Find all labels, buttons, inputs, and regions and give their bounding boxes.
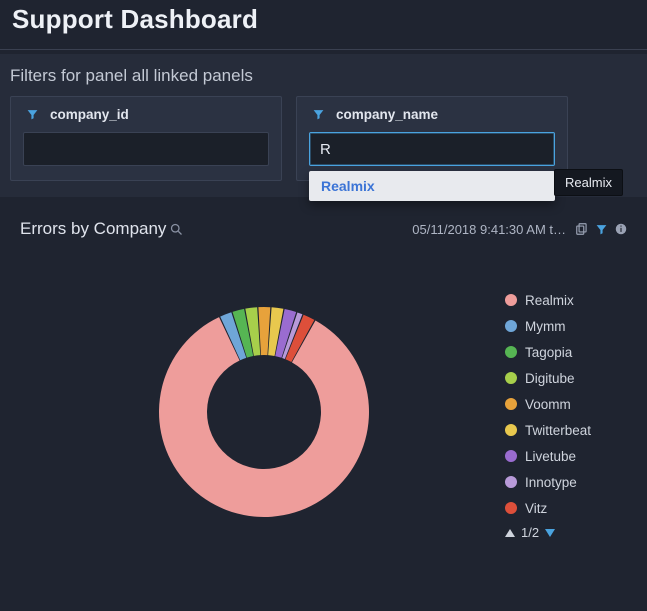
info-icon[interactable] bbox=[614, 222, 628, 236]
panel-errors-by-company: Errors by Company 05/11/2018 9:41:30 AM … bbox=[8, 207, 639, 567]
pager-prev-icon[interactable] bbox=[505, 529, 515, 537]
legend-swatch bbox=[505, 398, 517, 410]
filter-card-company-id: company_id bbox=[10, 96, 282, 181]
legend-label: Digitube bbox=[525, 371, 575, 386]
legend: Realmix Mymm Tagopia Digitube Voomm Twitterbe… bbox=[505, 287, 625, 557]
legend-swatch bbox=[505, 294, 517, 306]
legend-swatch bbox=[505, 372, 517, 384]
filter-input-company-name[interactable] bbox=[309, 132, 555, 166]
legend-item[interactable]: Tagopia bbox=[505, 339, 625, 365]
legend-swatch bbox=[505, 450, 517, 462]
funnel-icon bbox=[312, 108, 325, 121]
tooltip: Realmix bbox=[554, 169, 623, 196]
donut-chart bbox=[22, 267, 505, 557]
legend-swatch bbox=[505, 320, 517, 332]
page-title: Support Dashboard bbox=[0, 0, 647, 49]
legend-item[interactable]: Digitube bbox=[505, 365, 625, 391]
legend-item[interactable]: Livetube bbox=[505, 443, 625, 469]
legend-swatch bbox=[505, 346, 517, 358]
legend-label: Tagopia bbox=[525, 345, 572, 360]
filters-section-title: Filters for panel all linked panels bbox=[10, 66, 637, 86]
panel-title: Errors by Company bbox=[20, 219, 166, 239]
funnel-icon bbox=[26, 108, 39, 121]
autocomplete-option-realmix[interactable]: Realmix bbox=[309, 171, 555, 201]
legend-item[interactable]: Vitz bbox=[505, 495, 625, 521]
legend-item[interactable]: Twitterbeat bbox=[505, 417, 625, 443]
panel-timestamp: 05/11/2018 9:41:30 AM t… bbox=[412, 222, 566, 237]
filter-label: company_name bbox=[336, 107, 438, 122]
legend-swatch bbox=[505, 502, 517, 514]
filter-label: company_id bbox=[50, 107, 129, 122]
legend-label: Twitterbeat bbox=[525, 423, 591, 438]
funnel-icon[interactable] bbox=[595, 223, 608, 236]
legend-item[interactable]: Voomm bbox=[505, 391, 625, 417]
filter-card-company-name: company_name Realmix Realmix bbox=[296, 96, 568, 181]
filters-section: Filters for panel all linked panels comp… bbox=[0, 54, 647, 197]
donut-slice[interactable] bbox=[258, 307, 270, 355]
legend-swatch bbox=[505, 424, 517, 436]
legend-label: Vitz bbox=[525, 501, 547, 516]
legend-item[interactable]: Innotype bbox=[505, 469, 625, 495]
legend-pager: 1/2 bbox=[505, 525, 625, 540]
legend-item[interactable]: Mymm bbox=[505, 313, 625, 339]
legend-label: Realmix bbox=[525, 293, 574, 308]
pager-page: 1/2 bbox=[521, 525, 539, 540]
pager-next-icon[interactable] bbox=[545, 529, 555, 537]
divider bbox=[0, 49, 647, 50]
legend-label: Voomm bbox=[525, 397, 571, 412]
legend-label: Mymm bbox=[525, 319, 566, 334]
copy-icon[interactable] bbox=[575, 222, 589, 236]
legend-item[interactable]: Realmix bbox=[505, 287, 625, 313]
legend-label: Livetube bbox=[525, 449, 576, 464]
legend-label: Innotype bbox=[525, 475, 577, 490]
legend-swatch bbox=[505, 476, 517, 488]
magnify-icon[interactable] bbox=[169, 222, 184, 237]
filter-input-company-id[interactable] bbox=[23, 132, 269, 166]
autocomplete-dropdown: Realmix bbox=[309, 171, 555, 201]
